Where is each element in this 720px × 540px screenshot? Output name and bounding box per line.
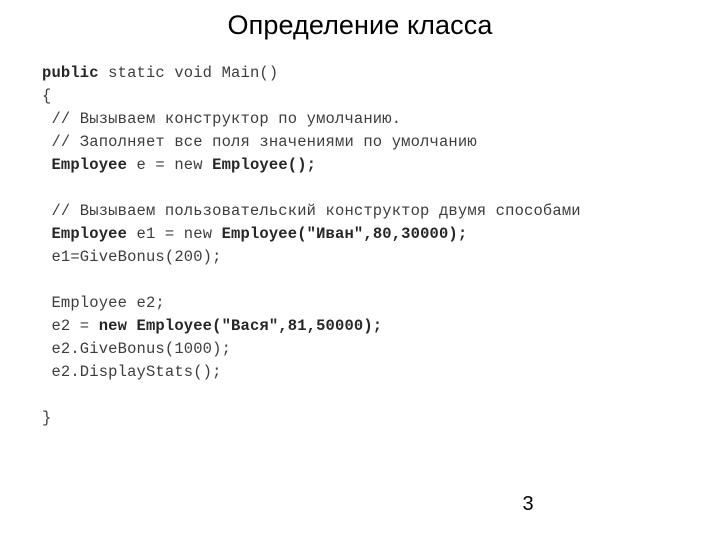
- code-line: // Заполняет все поля значениями по умол…: [42, 131, 662, 154]
- code-token: e2 =: [51, 317, 99, 335]
- page-title: Определение класса: [227, 10, 493, 40]
- code-token: e1=GiveBonus(200);: [51, 248, 222, 266]
- code-token-bold: new Employee("Вася",81,50000);: [98, 317, 383, 335]
- code-token: static void Main(): [98, 64, 279, 82]
- code-line: // Вызываем пользовательский конструктор…: [42, 200, 662, 223]
- code-token: // Вызываем пользовательский конструктор…: [51, 202, 581, 220]
- code-line: }: [42, 407, 662, 430]
- code-token: {: [42, 87, 52, 105]
- code-line: e2.GiveBonus(1000);: [42, 338, 662, 361]
- code-token-bold: Employee();: [212, 156, 317, 174]
- code-line: // Вызываем конструктор по умолчанию.: [42, 108, 662, 131]
- code-token: e = new: [127, 156, 213, 174]
- code-token-bold: Employee: [51, 225, 128, 243]
- code-token: }: [42, 409, 52, 427]
- code-line: Employee e2;: [42, 292, 662, 315]
- code-line: e2.DisplayStats();: [42, 361, 662, 384]
- code-token: e2.GiveBonus(1000);: [51, 340, 232, 358]
- code-token: e2.DisplayStats();: [51, 363, 222, 381]
- code-token: // Заполняет все поля значениями по умол…: [51, 133, 477, 151]
- code-token-bold: public: [42, 64, 99, 82]
- slide-page-number: 3: [522, 493, 534, 515]
- code-token: // Вызываем конструктор по умолчанию.: [51, 110, 402, 128]
- code-token: e1 = new: [127, 225, 222, 243]
- code-line: public static void Main(): [42, 62, 662, 85]
- code-token: Employee e2;: [51, 294, 165, 312]
- code-line: e1=GiveBonus(200);: [42, 246, 662, 269]
- code-listing: public static void Main() { // Вызываем к…: [42, 62, 662, 430]
- code-token-bold: Employee: [51, 156, 128, 174]
- slide-canvas: Определение класса public static void Ma…: [0, 0, 720, 540]
- code-token-bold: Employee("Иван",80,30000);: [221, 225, 468, 243]
- code-line: Employee e = new Employee();: [42, 154, 662, 177]
- code-line: e2 = new Employee("Вася",81,50000);: [42, 315, 662, 338]
- code-line: Employee e1 = new Employee("Иван",80,300…: [42, 223, 662, 246]
- code-line: {: [42, 85, 662, 108]
